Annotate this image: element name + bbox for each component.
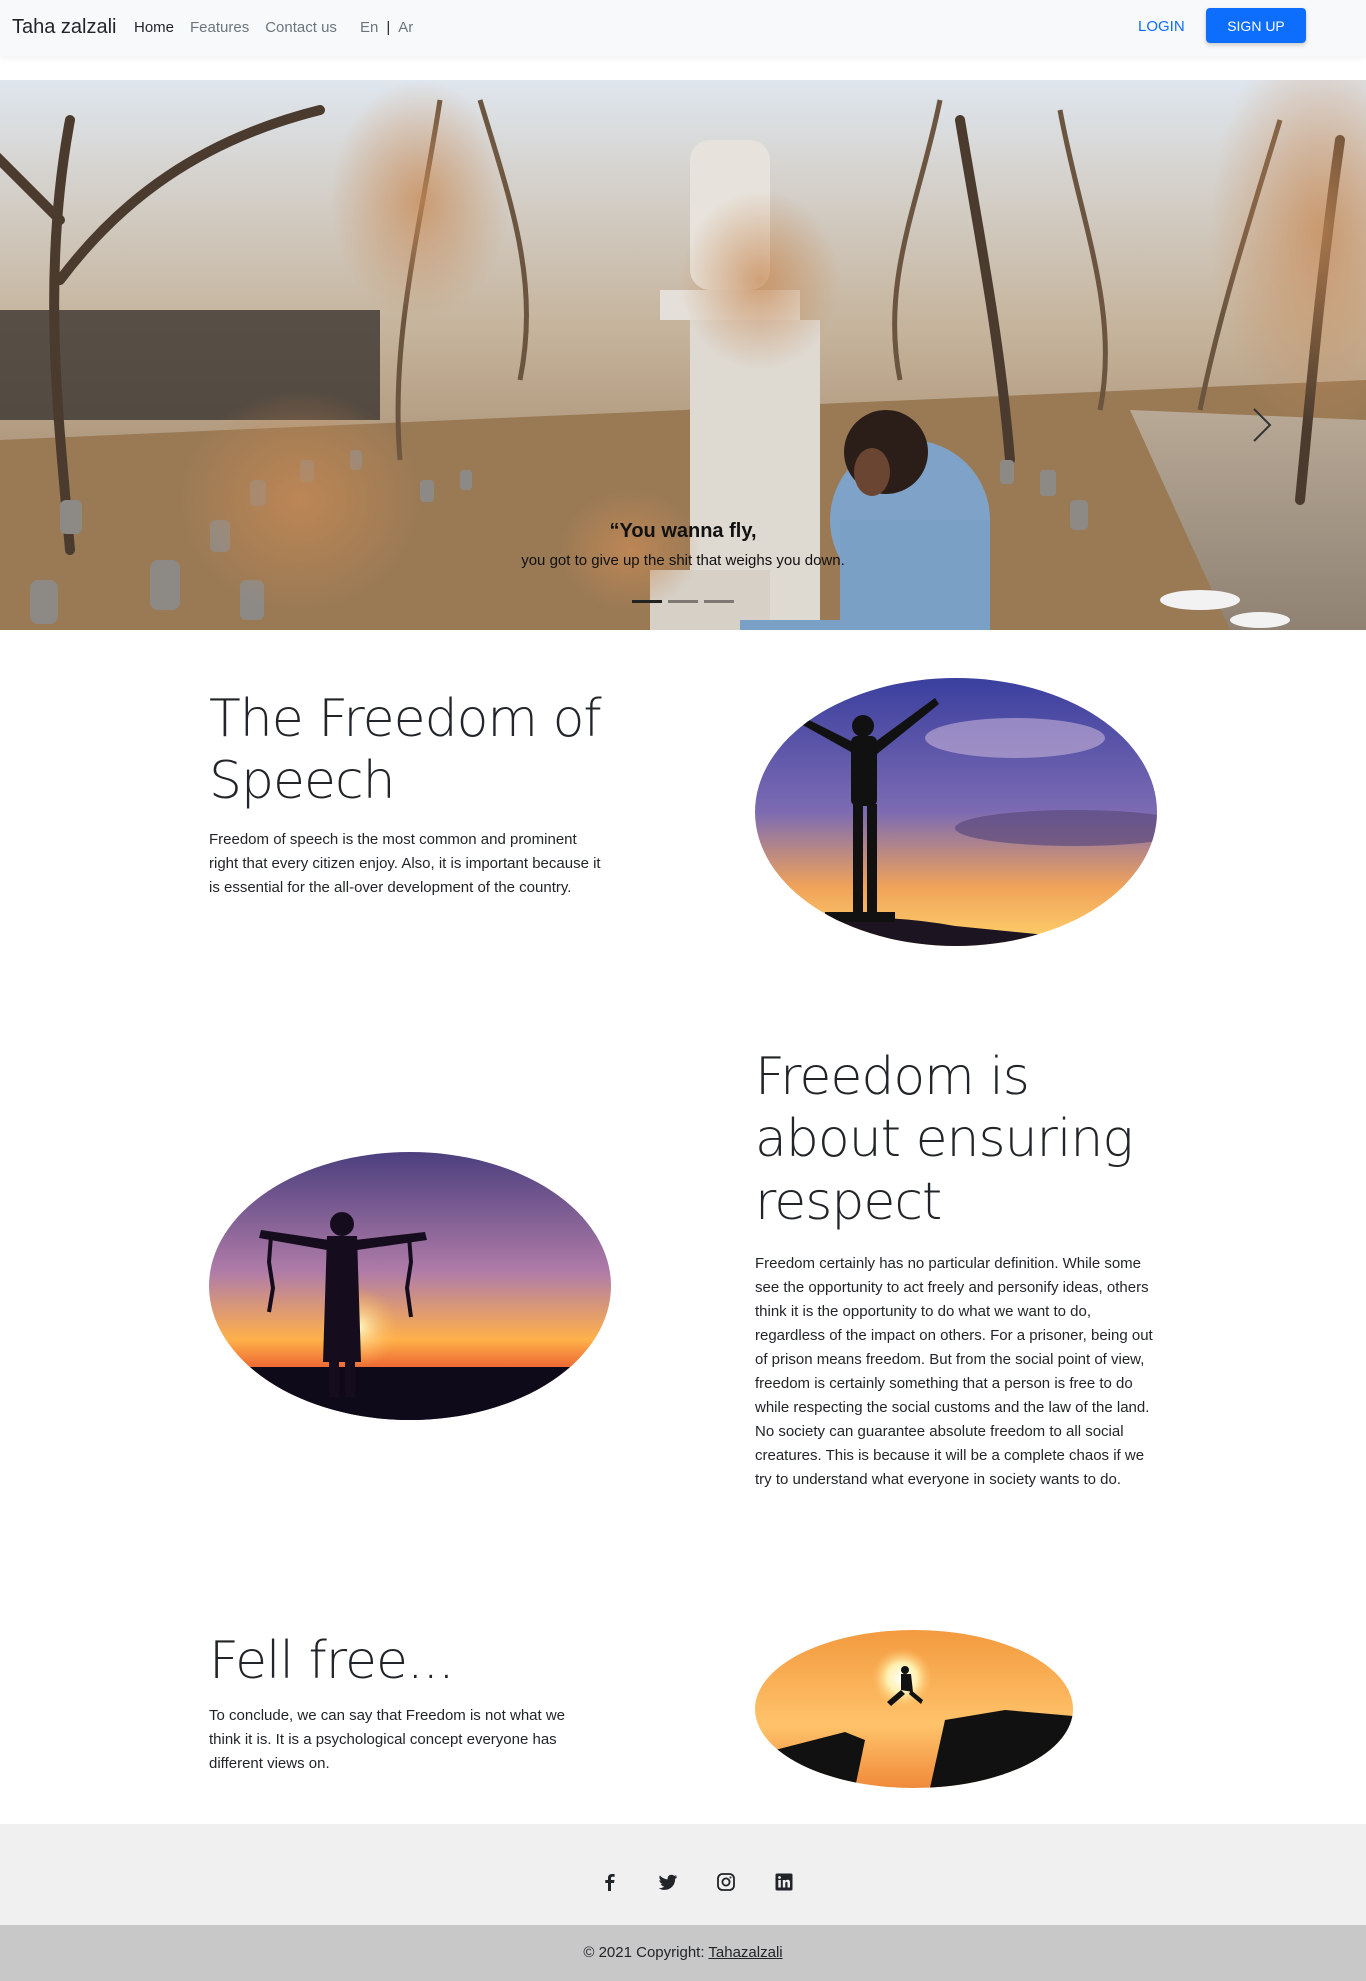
- carousel-caption-title: “You wanna fly,: [609, 520, 757, 542]
- lang-en-link[interactable]: En: [360, 19, 378, 36]
- carousel-indicator-3[interactable]: [704, 600, 734, 603]
- twitter-icon[interactable]: [658, 1872, 678, 1892]
- language-switcher: En | Ar: [360, 19, 413, 36]
- nav-link-features[interactable]: Features: [190, 19, 249, 36]
- section-text-freedom-respect: Freedom certainly has no particular defi…: [755, 1255, 1153, 1488]
- lang-separator: |: [386, 19, 391, 36]
- carousel-indicator-2[interactable]: [668, 600, 698, 603]
- lang-ar-link[interactable]: Ar: [398, 19, 413, 36]
- section-text-fell-free: To conclude, we can say that Freedom is …: [209, 1707, 566, 1772]
- linkedin-icon[interactable]: [774, 1872, 794, 1892]
- section-image-broken-chains-sunset: [209, 1152, 611, 1420]
- chevron-right-icon: [1253, 408, 1272, 442]
- instagram-icon[interactable]: [716, 1872, 736, 1892]
- nav-link-contact[interactable]: Contact us: [265, 19, 337, 36]
- carousel-caption-text: you got to give up the shit that weighs …: [521, 552, 845, 569]
- social-links: [600, 1872, 794, 1892]
- carousel-indicators: [632, 600, 734, 603]
- section-title-freedom-respect: Freedom is about ensuring respect: [755, 1047, 1134, 1232]
- login-button[interactable]: LOGIN: [1138, 18, 1185, 35]
- nav-link-home[interactable]: Home: [134, 19, 174, 36]
- section-title-freedom-of-speech: The Freedom of Speech: [209, 689, 602, 812]
- signup-button[interactable]: SIGN UP: [1206, 8, 1306, 43]
- hero-background-image: [0, 80, 1366, 630]
- brand-logo-text[interactable]: Taha zalzali: [12, 16, 117, 39]
- carousel-next-button[interactable]: [1250, 405, 1274, 445]
- footer: [0, 1824, 1366, 1925]
- hero-carousel: “You wanna fly, you got to give up the s…: [0, 80, 1366, 630]
- section-image-jumping-cliffs: [755, 1630, 1073, 1788]
- section-text-freedom-of-speech: Freedom of speech is the most common and…: [209, 831, 601, 896]
- carousel-indicator-1[interactable]: [632, 600, 662, 603]
- section-image-raised-arms-sunset: [755, 678, 1157, 946]
- copyright-text: © 2021 Copyright:: [583, 1944, 709, 1961]
- nav-links: Home Features Contact us: [134, 19, 337, 36]
- section-title-fell-free: Fell free...: [209, 1631, 455, 1691]
- navbar: Taha zalzali Home Features Contact us En…: [0, 0, 1366, 56]
- copyright-bar: © 2021 Copyright: Tahazalzali: [0, 1925, 1366, 1981]
- copyright-link[interactable]: Tahazalzali: [708, 1944, 782, 1961]
- facebook-icon[interactable]: [600, 1872, 620, 1892]
